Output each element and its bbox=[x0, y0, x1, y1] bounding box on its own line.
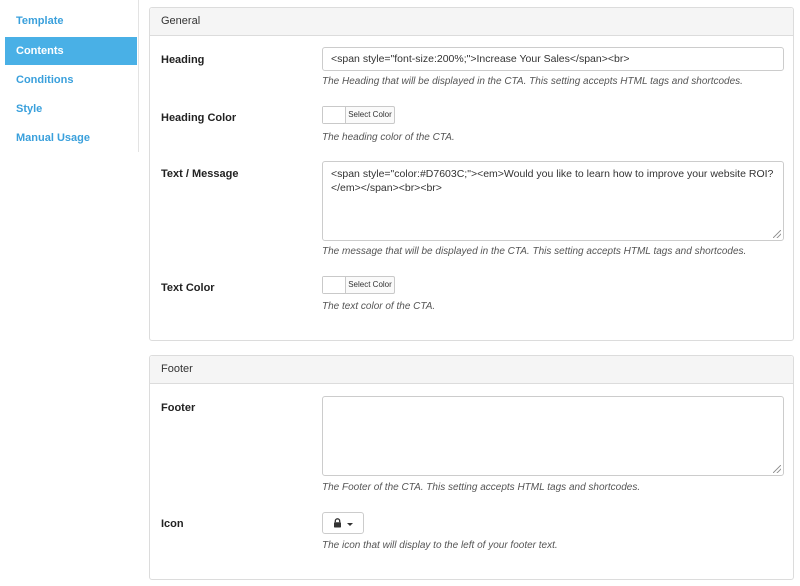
text-color-help: The text color of the CTA. bbox=[322, 301, 436, 312]
icon-help: The icon that will display to the left o… bbox=[322, 540, 558, 551]
icon-select-button[interactable] bbox=[322, 512, 364, 534]
message-textarea[interactable]: <span style="color:#D7603C;"><em>Would y… bbox=[322, 161, 784, 241]
general-panel-title: General bbox=[150, 8, 793, 36]
heading-select-color-button[interactable]: Select Color bbox=[346, 107, 394, 123]
heading-color-picker[interactable]: Select Color bbox=[322, 106, 395, 124]
footer-panel-title: Footer bbox=[150, 356, 793, 384]
heading-color-label: Heading Color bbox=[161, 112, 237, 124]
resize-handle-icon[interactable] bbox=[773, 230, 781, 238]
icon-label: Icon bbox=[161, 518, 184, 530]
lock-icon bbox=[334, 518, 341, 528]
heading-label: Heading bbox=[161, 54, 205, 66]
heading-input[interactable]: <span style="font-size:200%;">Increase Y… bbox=[322, 47, 784, 71]
heading-color-help: The heading color of the CTA. bbox=[322, 132, 455, 143]
sidebar-nav: Template Contents Conditions Style Manua… bbox=[0, 0, 139, 152]
text-select-color-button[interactable]: Select Color bbox=[346, 277, 394, 293]
text-color-swatch bbox=[323, 277, 346, 293]
footer-help: The Footer of the CTA. This setting acce… bbox=[322, 482, 641, 493]
heading-color-swatch bbox=[323, 107, 346, 123]
footer-panel: Footer Footer The Footer of the CTA. Thi… bbox=[149, 355, 794, 580]
footer-label: Footer bbox=[161, 402, 196, 414]
sidebar-item-template[interactable]: Template bbox=[5, 7, 137, 35]
footer-resize-handle-icon[interactable] bbox=[773, 465, 781, 473]
message-help: The message that will be displayed in th… bbox=[322, 246, 747, 257]
sidebar-item-manual-usage[interactable]: Manual Usage bbox=[5, 124, 137, 152]
general-panel: General Heading <span style="font-size:2… bbox=[149, 7, 794, 341]
heading-help: The Heading that will be displayed in th… bbox=[322, 76, 743, 87]
message-text: <span style="color:#D7603C;"><em>Would y… bbox=[331, 168, 774, 194]
message-label: Text / Message bbox=[161, 168, 239, 180]
chevron-down-icon bbox=[347, 522, 353, 526]
sidebar-item-contents[interactable]: Contents bbox=[5, 37, 137, 65]
sidebar-item-style[interactable]: Style bbox=[5, 95, 137, 123]
text-color-label: Text Color bbox=[161, 282, 215, 294]
sidebar-item-conditions[interactable]: Conditions bbox=[5, 66, 137, 94]
footer-textarea[interactable] bbox=[322, 396, 784, 476]
text-color-picker[interactable]: Select Color bbox=[322, 276, 395, 294]
